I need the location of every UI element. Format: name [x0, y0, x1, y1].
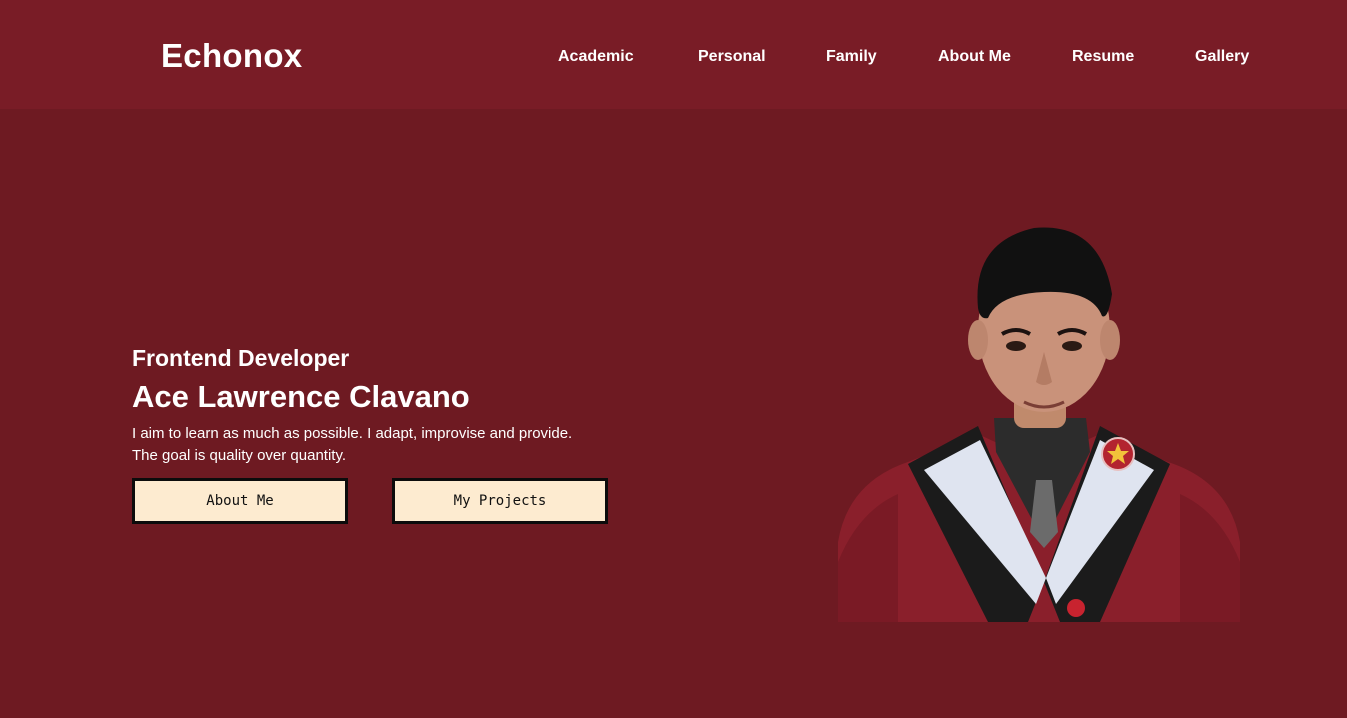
hero-tagline: I aim to learn as much as possible. I ad… [132, 423, 692, 467]
nav-about-me[interactable]: About Me [938, 46, 1011, 68]
nav-resume[interactable]: Resume [1072, 46, 1134, 68]
my-projects-button[interactable]: My Projects [392, 478, 608, 524]
nav-academic[interactable]: Academic [558, 46, 634, 68]
site-header: Echonox Academic Personal Family About M… [0, 0, 1347, 109]
hero-name: Ace Lawrence Clavano [132, 379, 470, 414]
tagline-line-1: I aim to learn as much as possible. I ad… [132, 425, 573, 442]
main-nav: Academic Personal Family About Me Resume… [0, 46, 1347, 68]
graduation-portrait-illustration [838, 227, 1240, 622]
tagline-line-2: The goal is quality over quantity. [132, 447, 347, 464]
hero-intro: Frontend Developer Ace Lawrence Clavano … [132, 343, 692, 524]
nav-gallery[interactable]: Gallery [1195, 46, 1249, 68]
about-me-button[interactable]: About Me [132, 478, 348, 524]
profile-photo [838, 212, 1240, 622]
nav-personal[interactable]: Personal [698, 46, 766, 68]
hero-role: Frontend Developer [132, 345, 350, 371]
nav-family[interactable]: Family [826, 46, 877, 68]
